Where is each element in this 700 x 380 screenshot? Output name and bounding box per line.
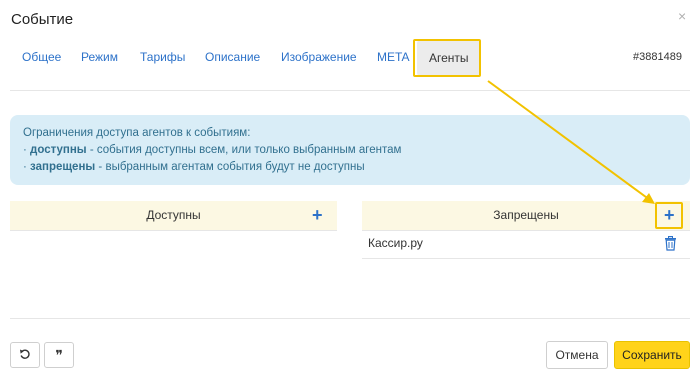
allowed-panel-title: Доступны — [146, 208, 201, 222]
forbidden-agent-item: Кассир.ру — [368, 236, 423, 250]
undo-button[interactable] — [10, 342, 40, 368]
tabs-bar: Общее Режим Тарифы Описание Изображение … — [0, 40, 700, 76]
divider — [362, 258, 690, 259]
quote-button[interactable]: ❞ — [44, 342, 74, 368]
undo-icon — [19, 347, 31, 363]
add-allowed-agent-button[interactable]: + — [312, 201, 323, 230]
info-line-3: · запрещены - выбранным агентам события … — [23, 161, 365, 173]
divider — [362, 230, 690, 231]
info-line-2: · доступны - события доступны всем, или … — [23, 144, 402, 156]
quote-icon: ❞ — [55, 346, 63, 363]
close-icon[interactable]: × — [678, 9, 686, 23]
tab-meta[interactable]: META — [377, 50, 409, 64]
event-id: #3881489 — [633, 51, 682, 63]
divider — [10, 90, 690, 91]
divider — [10, 230, 337, 231]
tab-general[interactable]: Общее — [22, 50, 61, 64]
tab-mode[interactable]: Режим — [81, 50, 118, 64]
tab-tariffs[interactable]: Тарифы — [140, 50, 185, 64]
dialog-title: Событие — [11, 11, 74, 28]
info-box: Ограничения доступа агентов к событиям: … — [10, 115, 690, 185]
allowed-panel-header: Доступны + — [10, 201, 337, 230]
trash-icon[interactable] — [664, 236, 677, 256]
forbidden-panel-title: Запрещены — [493, 208, 559, 222]
tab-image[interactable]: Изображение — [281, 50, 357, 64]
cancel-button[interactable]: Отмена — [546, 341, 608, 369]
info-line-1: Ограничения доступа агентов к событиям: — [23, 127, 251, 139]
add-forbidden-agent-button[interactable]: + — [664, 201, 675, 230]
tab-agents[interactable]: Агенты — [417, 40, 481, 76]
tab-description[interactable]: Описание — [205, 50, 260, 64]
event-dialog: Событие × Общее Режим Тарифы Описание Из… — [0, 0, 700, 380]
save-button[interactable]: Сохранить — [614, 341, 690, 369]
forbidden-panel-header: Запрещены + — [362, 201, 690, 230]
divider — [10, 318, 690, 319]
